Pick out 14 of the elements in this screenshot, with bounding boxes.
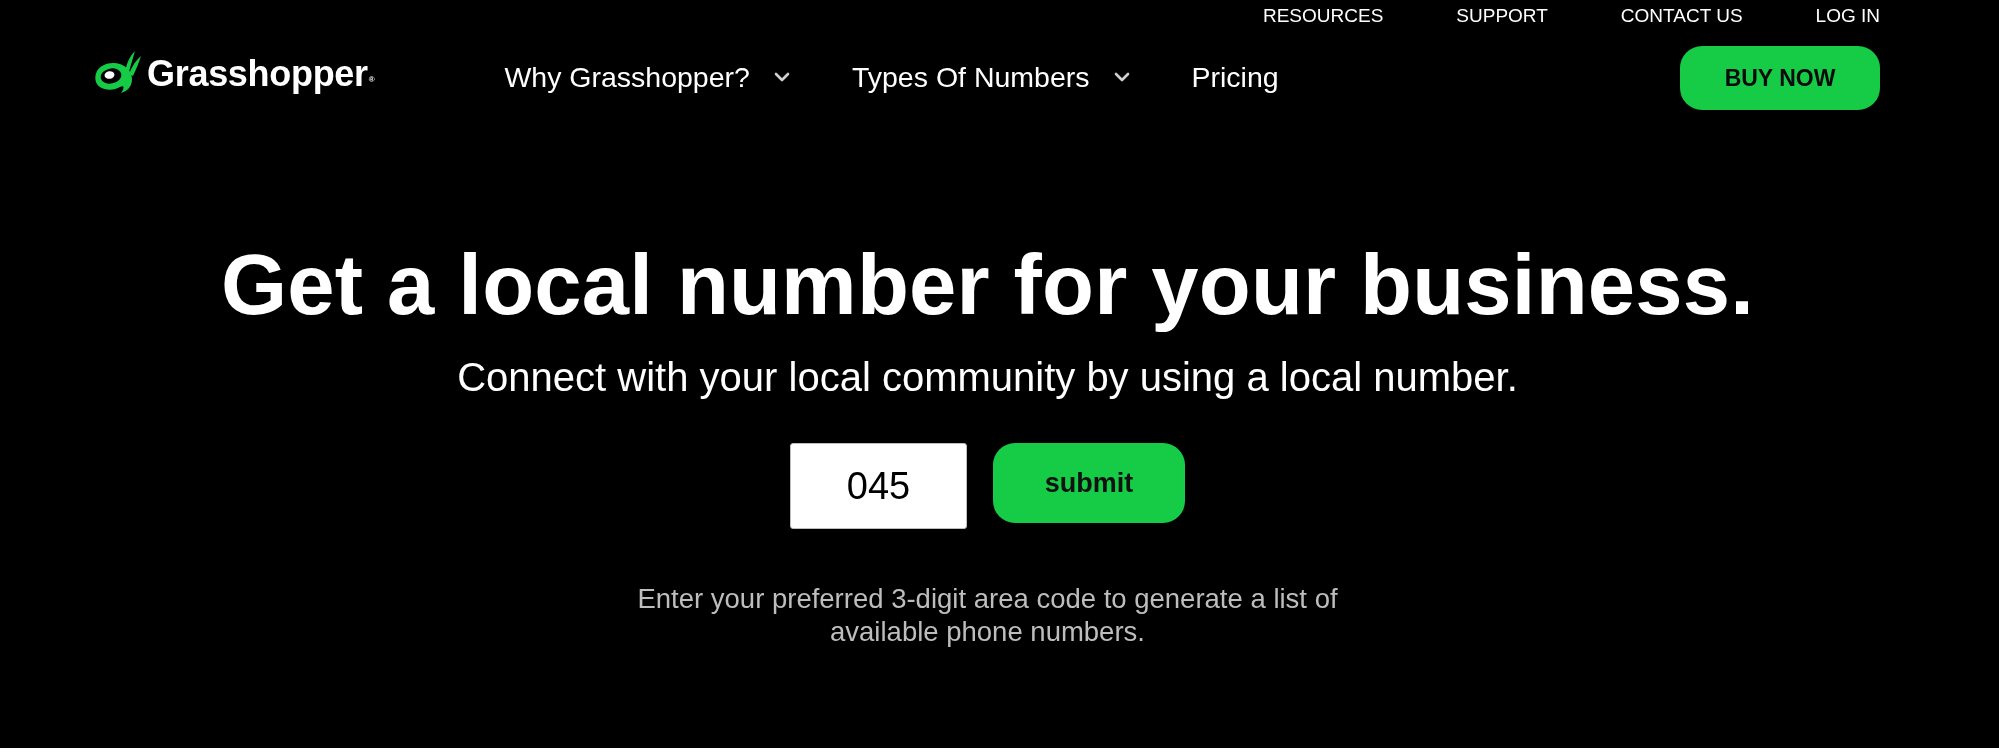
logo-icon[interactable] (94, 50, 142, 94)
buy-now-button[interactable]: BUY NOW (1680, 46, 1880, 110)
utility-link[interactable]: LOG IN (1815, 4, 1880, 28)
nav-link[interactable]: Pricing (1191, 59, 1279, 94)
area-code-field[interactable]: 045 (790, 443, 967, 529)
nav-menu-item[interactable]: Types Of Numbers (851, 59, 1130, 94)
utility-link[interactable]: CONTACT US (1620, 4, 1743, 28)
submit-button[interactable]: submit (993, 443, 1185, 523)
page-heading: Get a local number for your business. (220, 236, 1754, 334)
page-subtitle: Connect with your local community by using a local number. (457, 354, 1518, 400)
helper-text: Enter your preferred 3-digit area code to generate a list of available phone numbers. (636, 582, 1339, 648)
utility-link[interactable]: SUPPORT (1456, 4, 1548, 28)
nav-menu-item[interactable]: Why Grasshopper? (504, 59, 790, 94)
utility-link[interactable]: RESOURCES (1262, 4, 1384, 28)
